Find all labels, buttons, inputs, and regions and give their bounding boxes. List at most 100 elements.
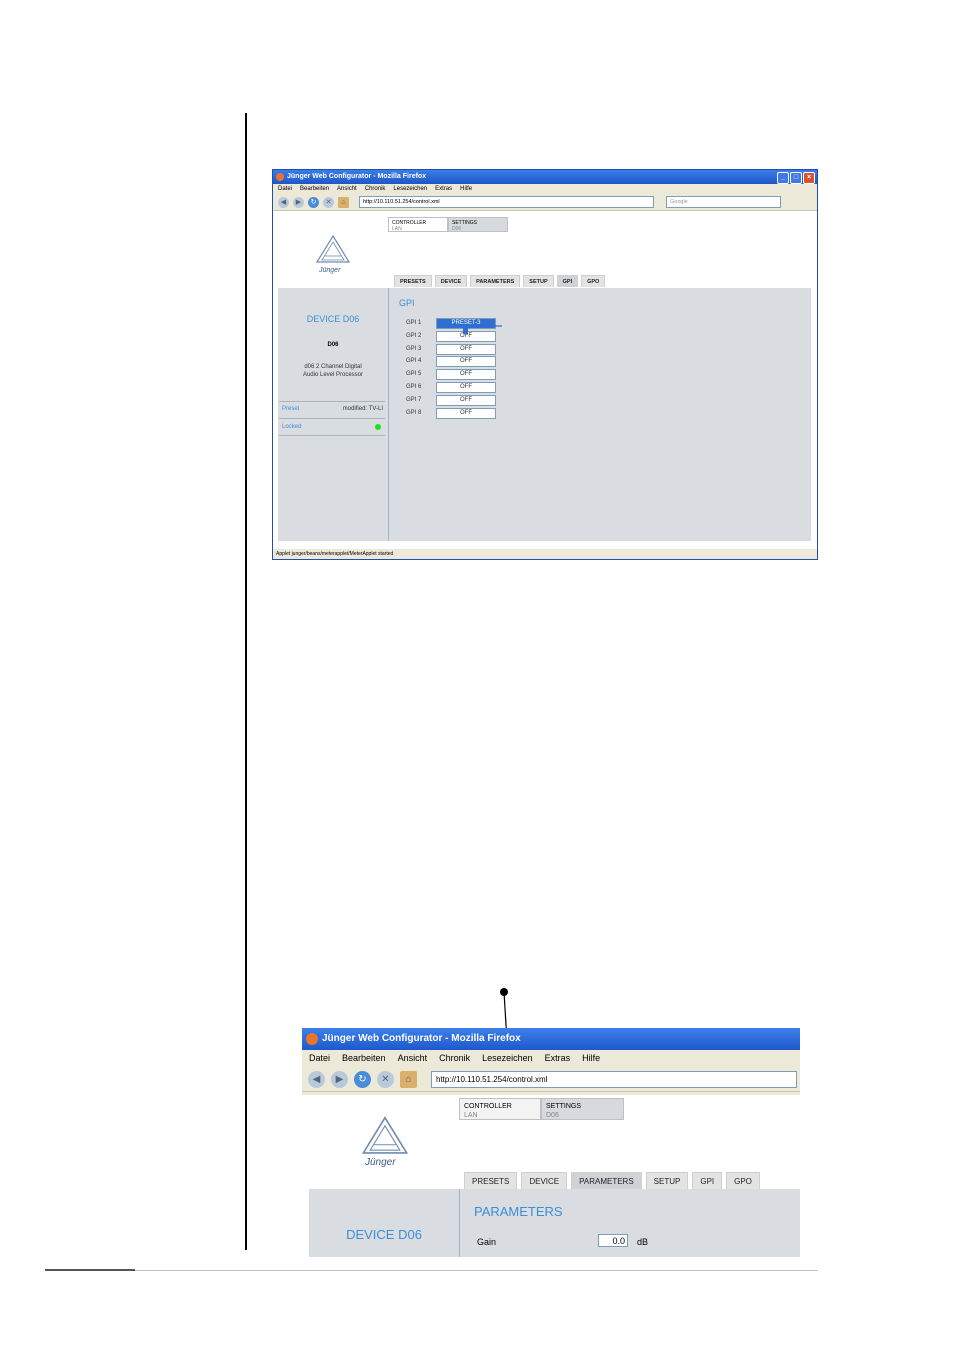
home-icon[interactable]: ⌂ bbox=[338, 196, 349, 208]
tab-gpi[interactable]: GPI bbox=[556, 275, 579, 287]
tab-setup[interactable]: SETUP bbox=[523, 275, 554, 287]
tab-gpo[interactable]: GPO bbox=[581, 275, 606, 287]
status-bar: Applet junger/beans/meterapplet/MeterApp… bbox=[273, 549, 817, 559]
menu-chronik[interactable]: Chronik bbox=[439, 1050, 470, 1067]
window-title: Jünger Web Configurator - Mozilla Firefo… bbox=[322, 1033, 521, 1044]
menu-hilfe[interactable]: Hilfe bbox=[460, 184, 472, 194]
reload-icon[interactable]: ↻ bbox=[354, 1070, 371, 1088]
stop-icon[interactable]: ✕ bbox=[377, 1070, 394, 1088]
tab-presets[interactable]: PRESETS bbox=[464, 1172, 518, 1189]
gpi-label: GPI 7 bbox=[406, 396, 422, 403]
gpi-select[interactable]: OFF bbox=[436, 407, 496, 419]
bottom-rule-accent bbox=[45, 1269, 135, 1271]
menu-bearbeiten[interactable]: Bearbeiten bbox=[342, 1050, 386, 1067]
menu-lesezeichen[interactable]: Lesezeichen bbox=[393, 184, 427, 194]
gpi-label: GPI 6 bbox=[406, 384, 422, 390]
navigation-toolbar: ◀ ▶ ↻ ✕ ⌂ http://10.110.51.254/control.x… bbox=[273, 194, 817, 211]
page-content: CONTROLLER LAN SETTINGS D06 Jünger PRESE… bbox=[273, 211, 817, 549]
logo-text: Jünger bbox=[319, 267, 341, 274]
menu-hilfe[interactable]: Hilfe bbox=[582, 1050, 600, 1067]
gpi-label: GPI 5 bbox=[406, 371, 422, 378]
device-description-1: d06 2 Channel Digital bbox=[304, 364, 362, 370]
menu-datei[interactable]: Datei bbox=[278, 184, 292, 194]
gpi-select[interactable]: OFF bbox=[436, 394, 496, 406]
cursor-marker-icon bbox=[444, 325, 502, 334]
tab-gpo[interactable]: GPO bbox=[726, 1172, 760, 1189]
gpi-label: GPI 4 bbox=[406, 358, 422, 365]
menu-ansicht[interactable]: Ansicht bbox=[337, 184, 357, 194]
gain-unit: dB bbox=[637, 1237, 649, 1247]
tab-device[interactable]: DEVICE bbox=[521, 1172, 568, 1189]
forward-icon[interactable]: ▶ bbox=[293, 196, 304, 208]
header-tab-title: CONTROLLER bbox=[464, 1103, 512, 1110]
bottom-rule bbox=[45, 1270, 818, 1271]
gain-input[interactable]: 0.0 bbox=[598, 1234, 628, 1247]
stop-icon[interactable]: ✕ bbox=[323, 196, 334, 208]
section-title: PARAMETERS bbox=[474, 1204, 563, 1219]
preset-row: Preset modified: TV-LI bbox=[279, 401, 385, 419]
gpi-select[interactable]: OFF bbox=[436, 382, 496, 393]
header-tab-sub: LAN bbox=[392, 226, 402, 232]
address-bar[interactable]: http://10.110.51.254/control.xml bbox=[431, 1070, 797, 1088]
tab-device[interactable]: DEVICE bbox=[434, 275, 468, 287]
main-tabs: PRESETS DEVICE PARAMETERS SETUP GPI GPO bbox=[464, 1172, 760, 1189]
menu-chronik[interactable]: Chronik bbox=[365, 184, 386, 194]
logo-triangle-icon bbox=[361, 1116, 409, 1154]
gpi-row: GPI 6 OFF bbox=[406, 382, 506, 393]
tab-setup[interactable]: SETUP bbox=[645, 1172, 689, 1189]
close-button[interactable]: × bbox=[803, 172, 815, 184]
device-name: D06 bbox=[327, 342, 339, 348]
gpi-label: GPI 3 bbox=[406, 345, 422, 352]
tab-parameters[interactable]: PARAMETERS bbox=[571, 1172, 642, 1189]
page-content: CONTROLLER LAN SETTINGS D06 Jünger PRESE… bbox=[302, 1095, 800, 1257]
header-tab-controller[interactable]: CONTROLLER LAN bbox=[388, 217, 448, 232]
device-sidebar: DEVICE D06 D06 d06 2 Channel Digital Aud… bbox=[278, 288, 389, 541]
gpi-select[interactable]: OFF bbox=[436, 369, 496, 381]
back-icon[interactable]: ◀ bbox=[278, 196, 289, 208]
device-sidebar: DEVICE D06 bbox=[309, 1189, 460, 1257]
device-title: DEVICE D06 bbox=[346, 1227, 422, 1242]
header-tab-settings[interactable]: SETTINGS D06 bbox=[448, 217, 508, 232]
search-field[interactable]: Google bbox=[666, 196, 781, 208]
firefox-icon bbox=[306, 1033, 318, 1045]
maximize-button[interactable]: □ bbox=[790, 172, 802, 184]
menu-bearbeiten[interactable]: Bearbeiten bbox=[300, 184, 329, 194]
menu-extras[interactable]: Extras bbox=[545, 1050, 571, 1067]
junger-logo: Jünger bbox=[313, 234, 353, 274]
gpi-select[interactable]: OFF bbox=[436, 343, 496, 355]
browser-window-parameters: Jünger Web Configurator - Mozilla Firefo… bbox=[302, 1028, 800, 1257]
gpi-row: GPI 5 OFF bbox=[406, 369, 506, 381]
menu-lesezeichen[interactable]: Lesezeichen bbox=[482, 1050, 533, 1067]
menu-bar: Datei Bearbeiten Ansicht Chronik Lesezei… bbox=[273, 184, 817, 194]
menu-extras[interactable]: Extras bbox=[435, 184, 452, 194]
menu-ansicht[interactable]: Ansicht bbox=[398, 1050, 428, 1067]
header-tab-controller[interactable]: CONTROLLER LAN bbox=[459, 1098, 541, 1120]
firefox-icon bbox=[276, 173, 284, 181]
title-bar: Jünger Web Configurator - Mozilla Firefo… bbox=[273, 170, 817, 184]
tab-gpi[interactable]: GPI bbox=[692, 1172, 723, 1189]
content-panel: DEVICE D06 PARAMETERS Gain 0.0 dB bbox=[309, 1189, 800, 1257]
address-bar[interactable]: http://10.110.51.254/control.xml bbox=[359, 196, 654, 208]
preset-label: Preset bbox=[282, 406, 300, 412]
gpi-row: GPI 3 OFF bbox=[406, 343, 506, 355]
gain-label: Gain bbox=[477, 1237, 497, 1247]
header-tab-settings[interactable]: SETTINGS D06 bbox=[541, 1098, 624, 1120]
menu-bar: Datei Bearbeiten Ansicht Chronik Lesezei… bbox=[302, 1050, 800, 1067]
device-title: DEVICE D06 bbox=[306, 314, 360, 324]
title-bar: Jünger Web Configurator - Mozilla Firefo… bbox=[302, 1028, 800, 1050]
back-icon[interactable]: ◀ bbox=[308, 1070, 325, 1088]
reload-icon[interactable]: ↻ bbox=[308, 196, 319, 208]
locked-row: Locked bbox=[279, 419, 385, 436]
forward-icon[interactable]: ▶ bbox=[331, 1070, 348, 1088]
menu-datei[interactable]: Datei bbox=[309, 1050, 330, 1067]
tab-parameters[interactable]: PARAMETERS bbox=[470, 275, 521, 287]
home-icon[interactable]: ⌂ bbox=[400, 1070, 417, 1088]
device-description-2: Audio Level Processor bbox=[302, 372, 364, 378]
navigation-toolbar: ◀ ▶ ↻ ✕ ⌂ http://10.110.51.254/control.x… bbox=[302, 1067, 800, 1092]
minimize-button[interactable]: _ bbox=[777, 172, 789, 184]
gpi-label: GPI 2 bbox=[406, 332, 422, 339]
gpi-select[interactable]: OFF bbox=[436, 356, 496, 368]
tab-presets[interactable]: PRESETS bbox=[394, 275, 432, 287]
header-tab-title: SETTINGS bbox=[546, 1103, 582, 1110]
margin-line bbox=[245, 113, 247, 1250]
